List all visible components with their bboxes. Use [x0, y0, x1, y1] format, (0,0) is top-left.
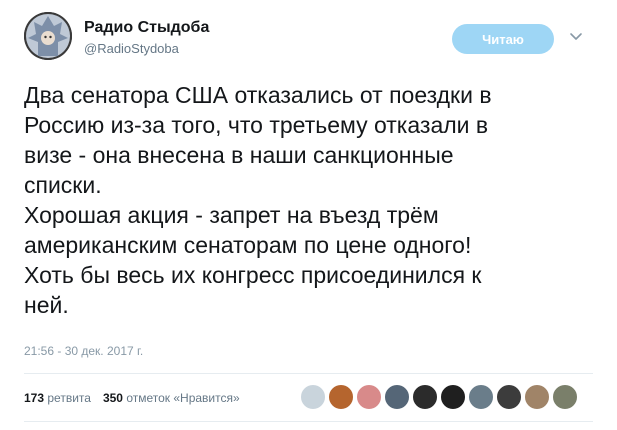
liker-avatars: [300, 384, 580, 412]
divider: [24, 421, 593, 422]
user-name[interactable]: Радио Стыдоба: [84, 19, 209, 37]
following-button[interactable]: Читаю: [452, 24, 554, 54]
avatar-image: [24, 12, 72, 60]
liker-avatar[interactable]: [468, 384, 494, 410]
tweet-line: американским сенаторам по цене одного!: [24, 232, 472, 258]
tweet-timestamp[interactable]: 21:56 - 30 дек. 2017 г.: [24, 344, 143, 358]
chevron-down-icon[interactable]: [568, 28, 584, 44]
liker-avatar[interactable]: [384, 384, 410, 410]
liker-avatar[interactable]: [552, 384, 578, 410]
tweet-line: Хоть бы весь их конгресс присоединился к: [24, 262, 482, 288]
tweet-line: Хорошая акция - запрет на въезд трём: [24, 202, 439, 228]
tweet-line: визе - она внесена в наши санкционные: [24, 142, 454, 168]
tweet-line: списки.: [24, 172, 102, 198]
liker-avatar[interactable]: [328, 384, 354, 410]
liker-avatar[interactable]: [440, 384, 466, 410]
like-count: 350: [102, 391, 123, 405]
liker-avatar[interactable]: [524, 384, 550, 410]
liker-avatar[interactable]: [412, 384, 438, 410]
liker-avatar[interactable]: [356, 384, 382, 410]
retweet-count: 173: [24, 391, 45, 405]
retweet-label: ретвита: [47, 391, 91, 405]
retweet-stat[interactable]: 173 ретвита: [24, 391, 91, 405]
avatar[interactable]: [24, 12, 72, 60]
user-handle[interactable]: @RadioStydoba: [84, 41, 179, 56]
liker-avatar[interactable]: [300, 384, 326, 410]
tweet-stats: 173 ретвита 350 отметок «Нравится»: [24, 391, 240, 405]
like-stat[interactable]: 350 отметок «Нравится»: [103, 391, 240, 405]
liker-avatar[interactable]: [496, 384, 522, 410]
tweet-line: ней.: [24, 292, 69, 318]
divider: [24, 373, 593, 374]
tweet-line: Россию из-за того, что третьему отказали…: [24, 112, 489, 138]
like-label: отметок «Нравится»: [126, 391, 240, 405]
tweet-text: Два сенатора США отказались от поездки в…: [24, 80, 594, 320]
tweet-line: Два сенатора США отказались от поездки в: [24, 82, 492, 108]
